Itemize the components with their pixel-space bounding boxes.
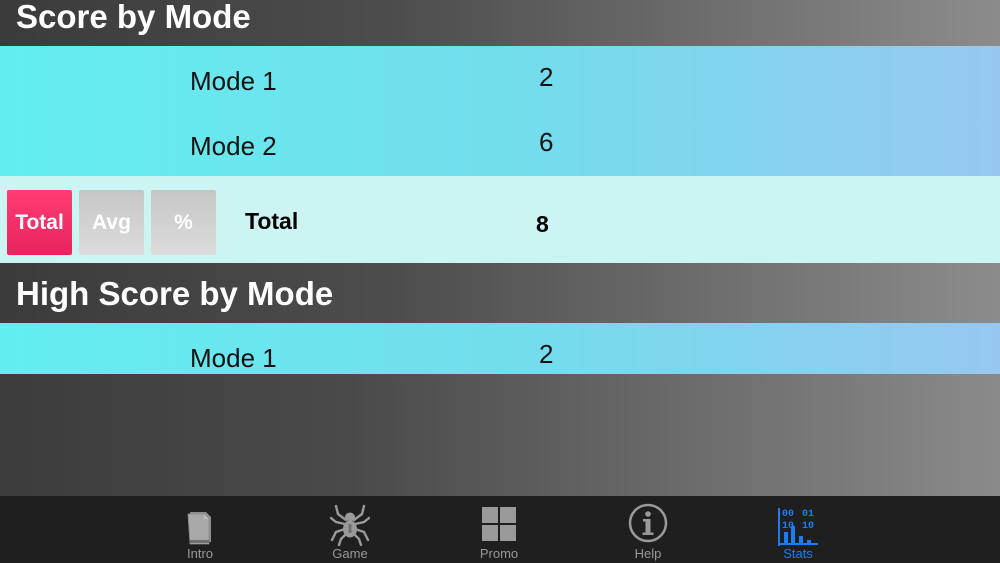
stats-icon-digit: 10 <box>782 521 794 532</box>
score-rows: Mode 1 2 Mode 2 6 <box>0 46 1000 176</box>
tab-intro[interactable]: Intro <box>145 496 255 563</box>
total-label: Total <box>245 208 299 234</box>
percent-toggle-button[interactable]: % <box>151 190 216 255</box>
total-value: 8 <box>536 211 549 237</box>
grid-icon <box>477 502 521 546</box>
score-row-mode-2-label: Mode 2 <box>190 131 277 161</box>
stats-icon-digit: 10 <box>802 521 814 532</box>
total-row: Total Avg % Total 8 <box>0 176 1000 263</box>
book-icon <box>178 502 222 546</box>
score-by-mode-title: Score by Mode <box>16 0 251 35</box>
tab-help-label: Help <box>634 546 662 561</box>
stats-icon: 00 01 10 10 <box>776 502 820 546</box>
avg-toggle-button[interactable]: Avg <box>79 190 144 255</box>
score-row-mode-1-label: Mode 1 <box>190 66 277 96</box>
tab-bar: Intro Game Promo Help 00 01 10 10 Stats <box>0 496 1000 563</box>
stats-icon-digit: 01 <box>802 509 814 520</box>
total-toggle-button[interactable]: Total <box>7 190 72 255</box>
high-score-by-mode-title: High Score by Mode <box>16 275 334 312</box>
tab-promo[interactable]: Promo <box>444 496 554 563</box>
high-score-rows: Mode 1 2 <box>0 323 1000 374</box>
spider-icon <box>328 502 372 547</box>
high-score-row-mode-1-label: Mode 1 <box>190 343 277 373</box>
high-score-row-mode-1-value: 2 <box>539 339 554 369</box>
tab-game[interactable]: Game <box>295 496 405 563</box>
score-row-mode-1-value: 2 <box>539 62 554 92</box>
score-row-mode-2-value: 6 <box>539 127 554 157</box>
high-score-by-mode-header: High Score by Mode <box>0 263 1000 323</box>
tab-stats-label: Stats <box>783 546 813 561</box>
tab-help[interactable]: Help <box>593 496 703 563</box>
tab-promo-label: Promo <box>479 546 519 561</box>
tab-game-label: Game <box>332 546 368 561</box>
score-by-mode-header: Score by Mode <box>0 0 1000 46</box>
stats-screen: Score by Mode Mode 1 2 Mode 2 6 Total Av… <box>0 0 1000 563</box>
stats-icon-digit: 00 <box>782 509 794 520</box>
tab-intro-label: Intro <box>186 546 213 561</box>
info-icon <box>626 502 670 546</box>
tab-stats[interactable]: 00 01 10 10 Stats <box>743 496 853 563</box>
